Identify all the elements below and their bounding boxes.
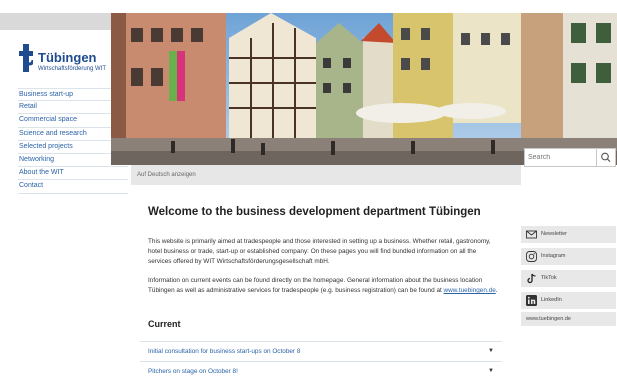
nav-item-about-the-wit[interactable]: About the WIT <box>18 167 128 181</box>
search-button[interactable] <box>596 149 615 166</box>
tiktok-button[interactable]: TikTok <box>521 270 616 287</box>
language-switch-caption[interactable]: Auf Deutsch anzeigen <box>131 165 521 185</box>
hero-image <box>111 13 617 165</box>
linkedin-label: LinkedIn <box>541 297 562 303</box>
logo-subtitle: Wirtschaftsförderung WIT <box>38 66 107 72</box>
tuebingen-external-link[interactable]: www.tuebingen.de <box>521 312 616 326</box>
intro-paragraph: This website is primarily aimed at trade… <box>148 238 491 265</box>
linkedin-icon <box>526 295 537 306</box>
tuebingen-link[interactable]: www.tuebingen.de <box>444 287 496 294</box>
linkedin-button[interactable]: LinkedIn <box>521 292 616 309</box>
tiktok-icon <box>527 273 536 284</box>
chevron-down-icon: ▼ <box>488 348 494 354</box>
instagram-label: Instagram <box>541 253 566 259</box>
instagram-button[interactable]: Instagram <box>521 248 616 265</box>
mail-icon <box>526 230 537 239</box>
newsletter-button[interactable]: Newsletter <box>521 226 616 243</box>
logo[interactable]: Tübingen Wirtschaftsförderung WIT <box>19 44 119 78</box>
search-input[interactable] <box>525 149 603 166</box>
tiktok-label: TikTok <box>541 275 557 281</box>
info-paragraph-end: . <box>495 287 498 294</box>
accordion-item[interactable]: Initial consultation for business start-… <box>140 341 502 361</box>
chevron-down-icon: ▼ <box>488 368 494 374</box>
info-paragraph: Information on current events can be fou… <box>148 276 498 296</box>
accordion-item-label: Initial consultation for business start-… <box>148 348 301 355</box>
top-bar <box>0 13 111 30</box>
logo-mark-icon <box>19 44 33 72</box>
current-heading: Current <box>148 319 181 329</box>
nav-item-contact[interactable]: Contact <box>18 180 128 194</box>
main-content: Welcome to the business development depa… <box>148 206 498 329</box>
page-title: Welcome to the business development depa… <box>148 206 481 218</box>
accordion-item[interactable]: Pitchers on stage on October 8! ▼ <box>140 361 502 381</box>
logo-name: Tübingen <box>38 50 97 65</box>
info-paragraph-text: Information on current events can be fou… <box>148 277 483 294</box>
search-icon <box>601 152 611 163</box>
newsletter-label: Newsletter <box>541 231 567 237</box>
instagram-icon <box>526 251 537 262</box>
search-box <box>524 148 616 167</box>
